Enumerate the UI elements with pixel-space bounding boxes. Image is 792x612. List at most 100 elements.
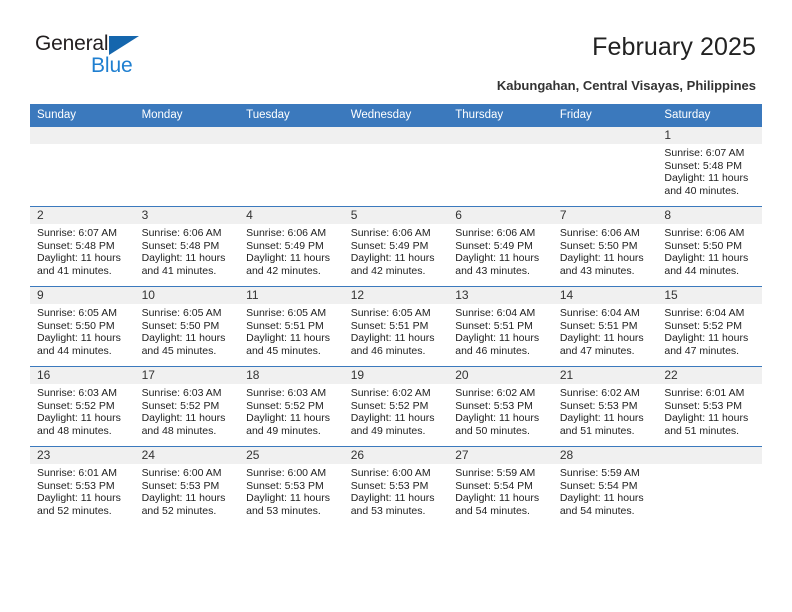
- sunrise-text: Sunrise: 6:06 AM: [455, 227, 536, 239]
- day-cell[interactable]: [134, 127, 240, 207]
- day-cell[interactable]: 15 Sunrise: 6:04 AM Sunset: 5:52 PM Dayligh…: [657, 286, 762, 367]
- day-cell[interactable]: 20 Sunrise: 6:02 AM Sunset: 5:53 PM Dayligh…: [448, 366, 553, 447]
- day-number: 22: [657, 367, 762, 384]
- day-number: [30, 127, 135, 144]
- daylight-text-line2: and 45 minutes.: [246, 344, 321, 357]
- daylight-text-line1: Daylight: 11 hours: [37, 492, 121, 505]
- day-cell[interactable]: 8 Sunrise: 6:06 AM Sunset: 5:50 PM Daylight…: [657, 206, 762, 287]
- sunset-text: Sunset: 5:48 PM: [141, 239, 220, 252]
- daylight-text-line1: Daylight: 11 hours: [350, 412, 435, 425]
- sunset-text: Sunset: 5:54 PM: [455, 479, 533, 492]
- daylight-text-line1: Daylight: 11 hours: [37, 412, 121, 425]
- day-number: 6: [448, 207, 553, 224]
- page-subtitle-location: Kabungahan, Central Visayas, Philippines: [496, 78, 756, 93]
- daylight-text-line2: and 48 minutes.: [37, 424, 112, 437]
- day-cell[interactable]: 23 Sunrise: 6:01 AM Sunset: 5:53 PM Dayligh…: [30, 446, 135, 526]
- day-cell[interactable]: [657, 446, 762, 526]
- day-cell[interactable]: [448, 127, 553, 207]
- day-number: 3: [134, 207, 240, 224]
- day-cell[interactable]: 2 Sunrise: 6:07 AM Sunset: 5:48 PM Daylight…: [30, 206, 135, 287]
- day-cell[interactable]: 21 Sunrise: 6:02 AM Sunset: 5:53 PM Dayligh…: [552, 366, 658, 447]
- sunrise-text: Sunrise: 6:01 AM: [37, 467, 117, 479]
- day-cell[interactable]: 17 Sunrise: 6:03 AM Sunset: 5:52 PM Dayligh…: [134, 366, 240, 447]
- sunset-text: Sunset: 5:50 PM: [559, 239, 638, 252]
- page-header: General Blue February 2025 Kabungahan, C…: [0, 0, 792, 104]
- sunset-text: Sunset: 5:53 PM: [246, 479, 324, 492]
- weekday-header-tuesday: Tuesday: [239, 104, 344, 127]
- day-number: 25: [239, 447, 344, 464]
- daylight-text-line1: Daylight: 11 hours: [559, 492, 644, 505]
- day-number: [552, 127, 658, 144]
- day-cell[interactable]: [552, 127, 658, 207]
- day-cell[interactable]: 6 Sunrise: 6:06 AM Sunset: 5:49 PM Daylight…: [448, 206, 553, 287]
- calendar-page: General Blue February 2025 Kabungahan, C…: [0, 0, 792, 612]
- day-cell[interactable]: 16 Sunrise: 6:03 AM Sunset: 5:52 PM Dayligh…: [30, 366, 135, 447]
- sunset-text: Sunset: 5:52 PM: [664, 319, 743, 332]
- day-cell[interactable]: 10 Sunrise: 6:05 AM Sunset: 5:50 PM Dayligh…: [134, 286, 240, 367]
- page-title: February 2025: [592, 33, 756, 61]
- day-cell[interactable]: 7 Sunrise: 6:06 AM Sunset: 5:50 PM Daylight…: [552, 206, 658, 287]
- sunrise-text: Sunrise: 5:59 AM: [455, 467, 536, 479]
- sunrise-text: Sunrise: 6:00 AM: [350, 467, 431, 479]
- daylight-text-line1: Daylight: 11 hours: [455, 492, 540, 505]
- sunrise-text: Sunrise: 6:00 AM: [246, 467, 327, 479]
- sunrise-text: Sunrise: 5:59 AM: [559, 467, 640, 479]
- sunrise-text: Sunrise: 6:06 AM: [141, 227, 222, 239]
- daylight-text-line2: and 48 minutes.: [141, 424, 217, 437]
- calendar-week-row: 23 Sunrise: 6:01 AM Sunset: 5:53 PM Dayligh…: [30, 446, 762, 526]
- sunrise-text: Sunrise: 6:07 AM: [37, 227, 117, 239]
- sunrise-text: Sunrise: 6:05 AM: [350, 307, 431, 319]
- day-cell[interactable]: 19 Sunrise: 6:02 AM Sunset: 5:52 PM Dayligh…: [343, 366, 449, 447]
- day-number: 12: [343, 287, 449, 304]
- logo-text-blue: Blue: [91, 54, 133, 77]
- sunset-text: Sunset: 5:49 PM: [350, 239, 429, 252]
- weekday-header-sunday: Sunday: [30, 104, 135, 127]
- day-cell[interactable]: 26 Sunrise: 6:00 AM Sunset: 5:53 PM Dayligh…: [343, 446, 449, 526]
- day-cell[interactable]: 12 Sunrise: 6:05 AM Sunset: 5:51 PM Dayligh…: [343, 286, 449, 367]
- sunset-text: Sunset: 5:51 PM: [350, 319, 429, 332]
- day-cell[interactable]: 9 Sunrise: 6:05 AM Sunset: 5:50 PM Daylight…: [30, 286, 135, 367]
- day-cell[interactable]: 18 Sunrise: 6:03 AM Sunset: 5:52 PM Dayligh…: [239, 366, 344, 447]
- sunrise-text: Sunrise: 6:03 AM: [37, 387, 117, 399]
- day-cell[interactable]: [343, 127, 449, 207]
- daylight-text-line2: and 43 minutes.: [455, 264, 530, 277]
- day-cell[interactable]: 22 Sunrise: 6:01 AM Sunset: 5:53 PM Dayligh…: [657, 366, 762, 447]
- daylight-text-line1: Daylight: 11 hours: [37, 252, 121, 265]
- day-cell[interactable]: 27 Sunrise: 5:59 AM Sunset: 5:54 PM Dayligh…: [448, 446, 553, 526]
- weekday-header-friday: Friday: [552, 104, 658, 127]
- day-cell[interactable]: [30, 127, 135, 207]
- day-cell[interactable]: 24 Sunrise: 6:00 AM Sunset: 5:53 PM Dayligh…: [134, 446, 240, 526]
- weekday-header-wednesday: Wednesday: [343, 104, 449, 127]
- day-number: 9: [30, 287, 135, 304]
- daylight-text-line1: Daylight: 11 hours: [141, 492, 226, 505]
- day-cell[interactable]: 3 Sunrise: 6:06 AM Sunset: 5:48 PM Daylight…: [134, 206, 240, 287]
- logo-text-general: General: [35, 32, 109, 55]
- calendar-week-row: 9 Sunrise: 6:05 AM Sunset: 5:50 PM Daylight…: [30, 286, 762, 367]
- sunset-text: Sunset: 5:49 PM: [246, 239, 324, 252]
- day-cell[interactable]: 28 Sunrise: 5:59 AM Sunset: 5:54 PM Dayligh…: [552, 446, 658, 526]
- day-cell[interactable]: 14 Sunrise: 6:04 AM Sunset: 5:51 PM Dayligh…: [552, 286, 658, 367]
- day-cell[interactable]: 4 Sunrise: 6:06 AM Sunset: 5:49 PM Daylight…: [239, 206, 344, 287]
- day-cell[interactable]: 13 Sunrise: 6:04 AM Sunset: 5:51 PM Dayligh…: [448, 286, 553, 367]
- calendar-table: Sunday Monday Tuesday Wednesday Thursday…: [30, 104, 762, 526]
- sunrise-text: Sunrise: 6:03 AM: [141, 387, 222, 399]
- day-number: [448, 127, 553, 144]
- sunset-text: Sunset: 5:53 PM: [350, 479, 429, 492]
- day-number: [657, 447, 762, 464]
- day-cell[interactable]: 25 Sunrise: 6:00 AM Sunset: 5:53 PM Dayligh…: [239, 446, 344, 526]
- daylight-text-line1: Daylight: 11 hours: [37, 332, 121, 345]
- sunset-text: Sunset: 5:48 PM: [664, 159, 743, 172]
- sunset-text: Sunset: 5:50 PM: [664, 239, 743, 252]
- daylight-text-line2: and 40 minutes.: [664, 184, 740, 197]
- day-cell[interactable]: 1 Sunrise: 6:07 AM Sunset: 5:48 PM Daylight…: [657, 127, 762, 207]
- sunset-text: Sunset: 5:52 PM: [37, 399, 115, 412]
- day-cell[interactable]: [239, 127, 344, 207]
- daylight-text-line1: Daylight: 11 hours: [559, 332, 644, 345]
- daylight-text-line2: and 42 minutes.: [350, 264, 426, 277]
- calendar-week-row: 16 Sunrise: 6:03 AM Sunset: 5:52 PM Dayligh…: [30, 366, 762, 447]
- day-cell[interactable]: 11 Sunrise: 6:05 AM Sunset: 5:51 PM Dayligh…: [239, 286, 344, 367]
- day-cell[interactable]: 5 Sunrise: 6:06 AM Sunset: 5:49 PM Daylight…: [343, 206, 449, 287]
- sunrise-text: Sunrise: 6:03 AM: [246, 387, 327, 399]
- day-number: 19: [343, 367, 449, 384]
- day-number: 27: [448, 447, 553, 464]
